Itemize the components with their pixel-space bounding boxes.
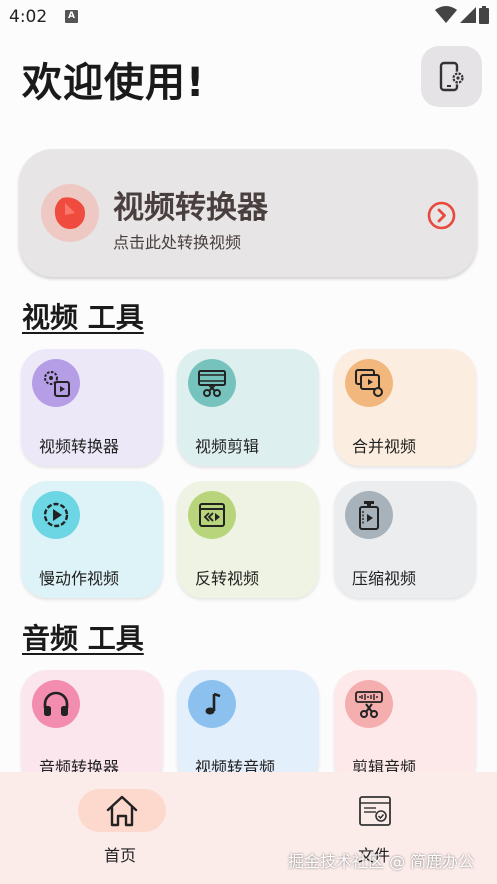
tile-video-trim[interactable]: 视频剪辑 — [177, 349, 319, 466]
tile-merge-video[interactable]: 合并视频 — [334, 349, 476, 466]
slow-motion-icon — [32, 491, 80, 539]
tile-label: 压缩视频 — [352, 569, 417, 588]
notification-a-icon: A — [65, 10, 78, 23]
tile-compress-video[interactable]: 压缩视频 — [334, 481, 476, 598]
compress-video-icon — [345, 491, 393, 539]
music-note-icon — [188, 680, 236, 728]
device-settings-button[interactable] — [421, 46, 482, 107]
tile-label: 视频剪辑 — [195, 437, 260, 456]
page-title: 欢迎使用! — [22, 60, 206, 106]
reverse-video-icon — [188, 491, 236, 539]
tile-reverse-video[interactable]: 反转视频 — [177, 481, 319, 598]
video-settings-icon — [32, 359, 80, 407]
watermark: 掘金技术社区 @ 简鹿办公 — [288, 852, 475, 871]
bottom-navigation: 首页 文件 掘金技术社区 @ 简鹿办公 — [0, 772, 497, 884]
cellular-signal-icon — [460, 7, 476, 23]
nav-home-label[interactable]: 首页 — [104, 842, 136, 866]
video-tools-heading: 视频 工具 — [22, 301, 144, 334]
phone-settings-icon — [439, 61, 464, 91]
tile-video-to-audio[interactable]: 视频转音频 — [177, 670, 319, 787]
video-converter-hero-card[interactable]: 视频转换器 点击此处转换视频 — [19, 149, 477, 277]
status-bar: 4:02 A — [0, 0, 497, 34]
tile-label: 慢动作视频 — [39, 569, 120, 588]
audio-cut-icon — [345, 680, 393, 728]
tile-slow-motion[interactable]: 慢动作视频 — [21, 481, 163, 598]
merge-video-icon — [345, 359, 393, 407]
tile-label: 反转视频 — [195, 569, 260, 588]
tile-audio-converter[interactable]: 音频转换器 — [21, 670, 163, 787]
files-icon[interactable] — [356, 794, 394, 828]
hero-subtitle: 点击此处转换视频 — [113, 233, 242, 252]
tile-label: 视频转换器 — [39, 437, 120, 456]
tile-video-converter[interactable]: 视频转换器 — [21, 349, 163, 466]
film-scissors-icon — [188, 359, 236, 407]
hero-icon — [41, 184, 99, 242]
status-time: 4:02 — [9, 7, 48, 27]
chevron-right-circle-icon[interactable] — [427, 201, 456, 230]
headphones-icon — [32, 680, 80, 728]
battery-icon — [479, 6, 489, 24]
video-converter-logo-icon — [54, 197, 85, 229]
wifi-icon — [435, 6, 457, 23]
tile-audio-cut[interactable]: 剪辑音频 — [334, 670, 476, 787]
home-icon — [106, 795, 138, 826]
nav-home-button[interactable] — [78, 789, 166, 832]
hero-title: 视频转换器 — [113, 190, 268, 226]
audio-tools-heading: 音频 工具 — [22, 622, 144, 655]
tile-label: 合并视频 — [352, 437, 417, 456]
